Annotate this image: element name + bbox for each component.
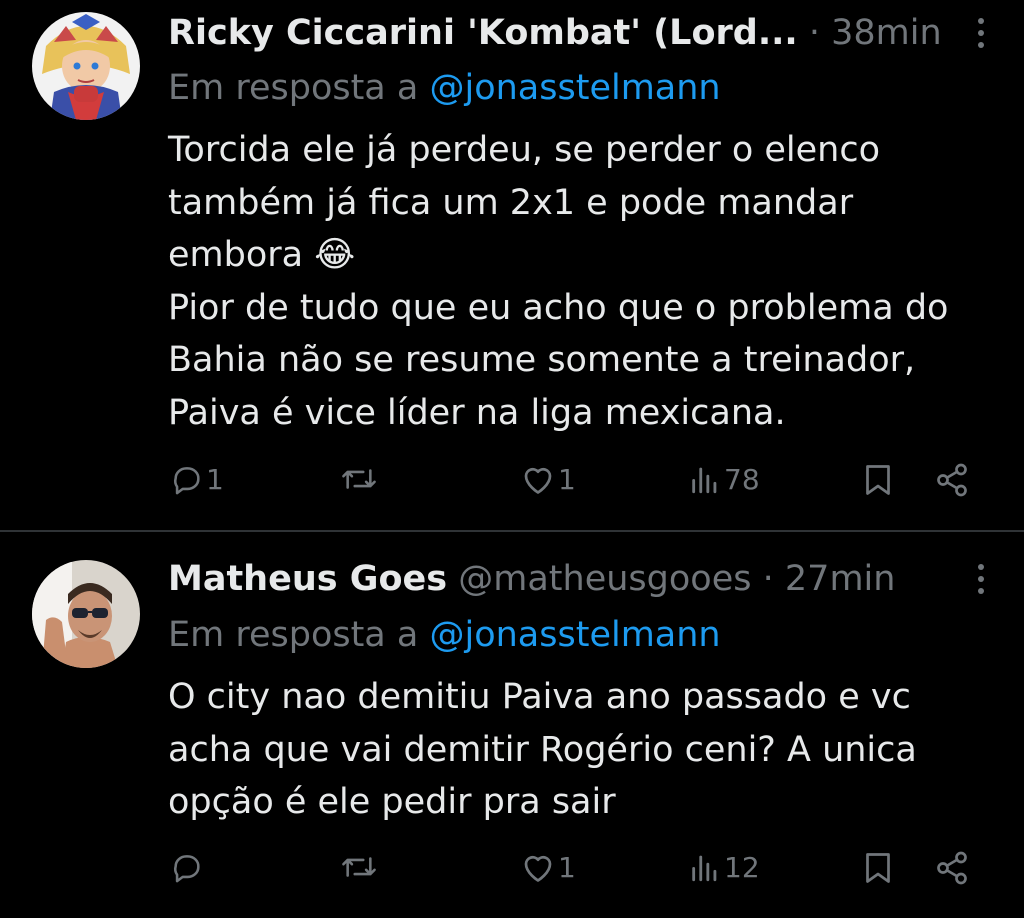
heart-icon xyxy=(524,467,552,494)
reply-button[interactable] xyxy=(170,850,206,884)
text-line: opção é ele pedir pra sair xyxy=(168,782,616,822)
reply-context: Em resposta a @jonasstelmann xyxy=(168,63,721,113)
repost-icon xyxy=(342,857,376,877)
separator: · xyxy=(762,559,774,599)
views-button[interactable]: 12 xyxy=(688,850,760,884)
bookmark-icon xyxy=(866,853,890,883)
repost-icon xyxy=(342,469,376,489)
bookmark-icon xyxy=(866,465,890,495)
like-button[interactable]: 1 xyxy=(520,850,576,884)
timestamp[interactable]: 27min xyxy=(785,559,896,599)
more-icon[interactable] xyxy=(976,564,986,604)
reply-icon xyxy=(174,855,200,883)
text-line: O city nao demitiu Paiva ano passado e v… xyxy=(168,677,911,717)
tweet[interactable]: Ricky Ciccarini 'Kombat' (Lord... · 38mi… xyxy=(0,0,1024,530)
text-line: Paiva é vice líder na liga mexicana. xyxy=(168,392,786,433)
like-button[interactable]: 1 xyxy=(520,462,576,496)
tweet[interactable]: Matheus Goes @matheusgooes · 27min Em re… xyxy=(0,532,1024,918)
reply-prefix: Em resposta a xyxy=(168,68,419,108)
tweet-header: Ricky Ciccarini 'Kombat' (Lord... · 38mi… xyxy=(168,8,1024,58)
reply-button[interactable]: 1 xyxy=(170,462,224,496)
reply-mention-link[interactable]: @jonasstelmann xyxy=(429,68,720,108)
text-line: Torcida ele já perdeu, se perder o elenc… xyxy=(168,130,880,170)
tweet-text: Torcida ele já perdeu, se perder o elenc… xyxy=(168,124,998,439)
text-line: acha que vai demitir Rogério ceni? A uni… xyxy=(168,729,917,770)
tweet-text: O city nao demitiu Paiva ano passado e v… xyxy=(168,671,998,829)
action-bar: 1 1 78 xyxy=(0,462,1024,512)
text-line: Bahia não se resume somente a treinador, xyxy=(168,340,916,380)
timestamp[interactable]: 38min xyxy=(831,13,942,53)
bookmark-button[interactable] xyxy=(862,462,894,498)
avatar[interactable] xyxy=(32,560,140,668)
heart-icon xyxy=(524,855,552,882)
more-icon[interactable] xyxy=(976,18,986,58)
share-icon xyxy=(937,463,967,497)
repost-button[interactable] xyxy=(340,462,380,496)
views-button[interactable]: 78 xyxy=(688,462,760,496)
reply-icon xyxy=(174,467,200,495)
reply-prefix: Em resposta a xyxy=(168,615,419,655)
like-count: 1 xyxy=(558,462,576,496)
repost-button[interactable] xyxy=(340,850,380,884)
like-count: 1 xyxy=(558,850,576,884)
share-button[interactable] xyxy=(934,462,970,498)
tweet-header: Matheus Goes @matheusgooes · 27min xyxy=(168,554,1024,604)
author-name[interactable]: Matheus Goes xyxy=(168,559,447,599)
separator: · xyxy=(808,13,820,53)
view-count: 12 xyxy=(724,850,760,884)
action-bar: 1 12 xyxy=(0,850,1024,900)
avatar[interactable] xyxy=(32,12,140,120)
reply-count: 1 xyxy=(206,462,224,496)
share-button[interactable] xyxy=(934,850,970,886)
views-icon xyxy=(692,467,717,494)
view-count: 78 xyxy=(724,462,760,496)
reply-context: Em resposta a @jonasstelmann xyxy=(168,610,721,660)
text-line: embora 😂 xyxy=(168,235,356,275)
bookmark-button[interactable] xyxy=(862,850,894,886)
views-icon xyxy=(692,855,717,882)
share-icon xyxy=(937,851,967,885)
reply-mention-link[interactable]: @jonasstelmann xyxy=(429,615,720,655)
text-line: Pior de tudo que eu acho que o problema … xyxy=(168,287,949,328)
author-name[interactable]: Ricky Ciccarini 'Kombat' (Lord... xyxy=(168,13,798,53)
author-handle[interactable]: @matheusgooes xyxy=(458,559,751,599)
text-line: também já fica um 2x1 e pode mandar xyxy=(168,182,854,223)
